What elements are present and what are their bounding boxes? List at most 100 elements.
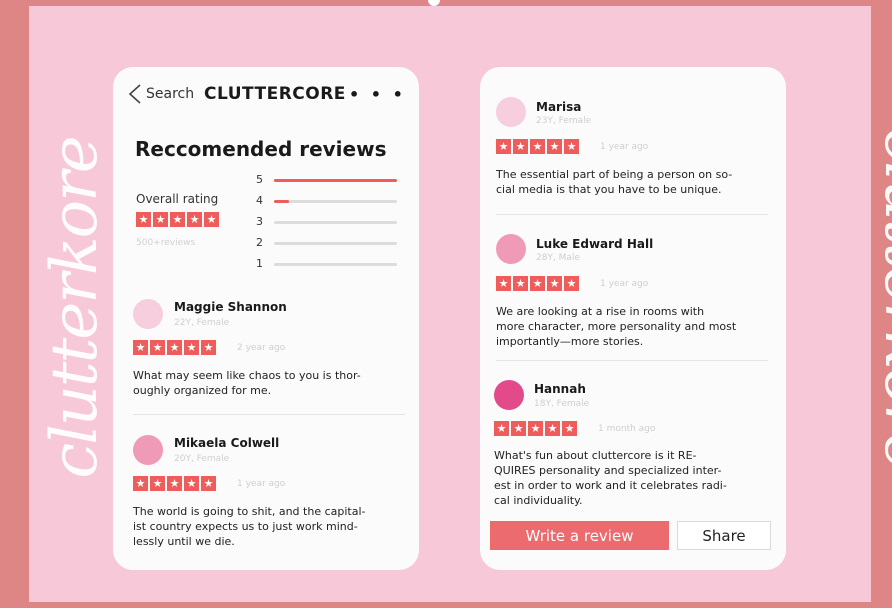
overall-rating-stars: ★ ★ ★ ★ ★ [136,212,219,227]
reviewer-meta: 20Y, Female [174,454,230,464]
reviewer-name: Luke Edward Hall [536,237,654,251]
reviewer-name: Maggie Shannon [174,300,287,314]
avatar [494,380,524,410]
avatar [133,435,163,465]
star-icon: ★ [547,276,562,291]
review-text: The world is going to shit, and the capi… [133,504,366,549]
star-icon: ★ [564,276,579,291]
star-icon: ★ [530,276,545,291]
more-dots-icon[interactable]: • • • [349,85,406,104]
star-icon: ★ [201,476,216,491]
star-icon: ★ [201,340,216,355]
rating-bar-row: 3 [256,215,398,236]
reviewer-meta: 23Y, Female [536,116,592,126]
star-icon: ★ [136,212,151,227]
back-search-link[interactable]: Search [146,86,194,102]
reviewer-meta: 22Y, Female [174,318,230,328]
rating-bar-label: 3 [256,215,263,228]
review-time: 1 year ago [600,142,649,152]
star-icon: ★ [530,139,545,154]
avatar [496,97,526,127]
rating-bar-row: 2 [256,236,398,257]
star-icon: ★ [513,139,528,154]
decorative-script-left: clutterkore [38,137,112,479]
top-bar: Search CLUTTERCORE • • • [113,67,419,123]
reviews-summary-screen: Search CLUTTERCORE • • • Reccomended rev… [113,67,419,570]
review-stars: ★ ★ ★ ★ ★ [496,276,579,291]
review-text-line: oughly organized for me. [133,384,272,397]
rating-bar-track [274,263,397,266]
star-icon: ★ [513,276,528,291]
rating-bar-track [274,221,397,224]
review-stars: ★ ★ ★ ★ ★ [133,476,216,491]
review-stars: ★ ★ ★ ★ ★ [133,340,216,355]
rating-bar-fill [274,200,289,203]
star-icon: ★ [545,421,560,436]
rating-distribution: 5 4 3 2 1 [256,173,398,278]
review-text-line: more character, more personality and mos… [496,320,737,333]
star-icon: ★ [133,340,148,355]
rating-bar-track [274,200,397,203]
avatar [133,299,163,329]
star-icon: ★ [184,476,199,491]
star-icon: ★ [496,139,511,154]
star-icon: ★ [153,212,168,227]
reviewer-name: Marisa [536,100,582,114]
rating-bar-track [274,179,397,182]
section-title: Reccomended reviews [135,137,387,161]
rating-bar-fill [274,179,397,182]
star-icon: ★ [496,276,511,291]
rating-bar-row: 1 [256,257,398,278]
review-text: What's fun about cluttercore is it RE- Q… [494,448,727,508]
review-text-line: lessly until we die. [133,535,235,548]
review-text-line: ist country expects us to just work mind… [133,520,358,533]
star-icon: ★ [187,212,202,227]
review-count: 500+reviews [136,238,196,248]
star-icon: ★ [133,476,148,491]
review-text-line: The world is going to shit, and the capi… [133,505,366,518]
divider [133,414,405,415]
review-text-line: cial media is that you have to be unique… [496,183,722,196]
star-icon: ★ [564,139,579,154]
rating-bar-label: 2 [256,236,263,249]
review-stars: ★ ★ ★ ★ ★ [494,421,577,436]
review-text-line: est in order to work and it celebrates r… [494,479,727,492]
review-text-line: What's fun about cluttercore is it RE- [494,449,697,462]
reviewer-meta: 28Y, Male [536,253,580,263]
review-time: 2 year ago [237,343,286,353]
review-time: 1 year ago [600,279,649,289]
overall-rating-label: Overall rating [136,192,219,206]
write-review-button[interactable]: Write a review [490,521,669,550]
reviewer-name: Hannah [534,382,586,396]
review-text-line: The essential part of being a person on … [496,168,733,181]
review-stars: ★ ★ ★ ★ ★ [496,139,579,154]
rating-bar-row: 4 [256,194,398,215]
divider [496,214,768,215]
review-text-line: QUIRES personality and specialized inter… [494,464,722,477]
star-icon: ★ [150,476,165,491]
review-text-line: We are looking at a rise in rooms with [496,305,705,318]
star-icon: ★ [528,421,543,436]
rating-bar-label: 4 [256,194,263,207]
back-chevron-icon[interactable] [125,83,145,105]
review-text-line: What may seem like chaos to you is thor- [133,369,361,382]
review-text: We are looking at a rise in rooms with m… [496,304,736,349]
review-text: The essential part of being a person on … [496,167,732,197]
star-icon: ★ [167,476,182,491]
review-text-line: cal individuality. [494,494,583,507]
share-button[interactable]: Share [677,521,771,550]
star-icon: ★ [562,421,577,436]
review-text: What may seem like chaos to you is thor-… [133,368,361,398]
decorative-script-right: clutterkore [870,127,892,469]
star-icon: ★ [150,340,165,355]
review-time: 1 month ago [598,424,656,434]
app-title: CLUTTERCORE [204,84,346,104]
star-icon: ★ [170,212,185,227]
rating-bar-track [274,242,397,245]
rating-bar-label: 5 [256,173,263,186]
star-icon: ★ [204,212,219,227]
star-icon: ★ [494,421,509,436]
rating-bar-label: 1 [256,257,263,270]
review-time: 1 year ago [237,479,286,489]
review-text-line: importantly—more stories. [496,335,644,348]
